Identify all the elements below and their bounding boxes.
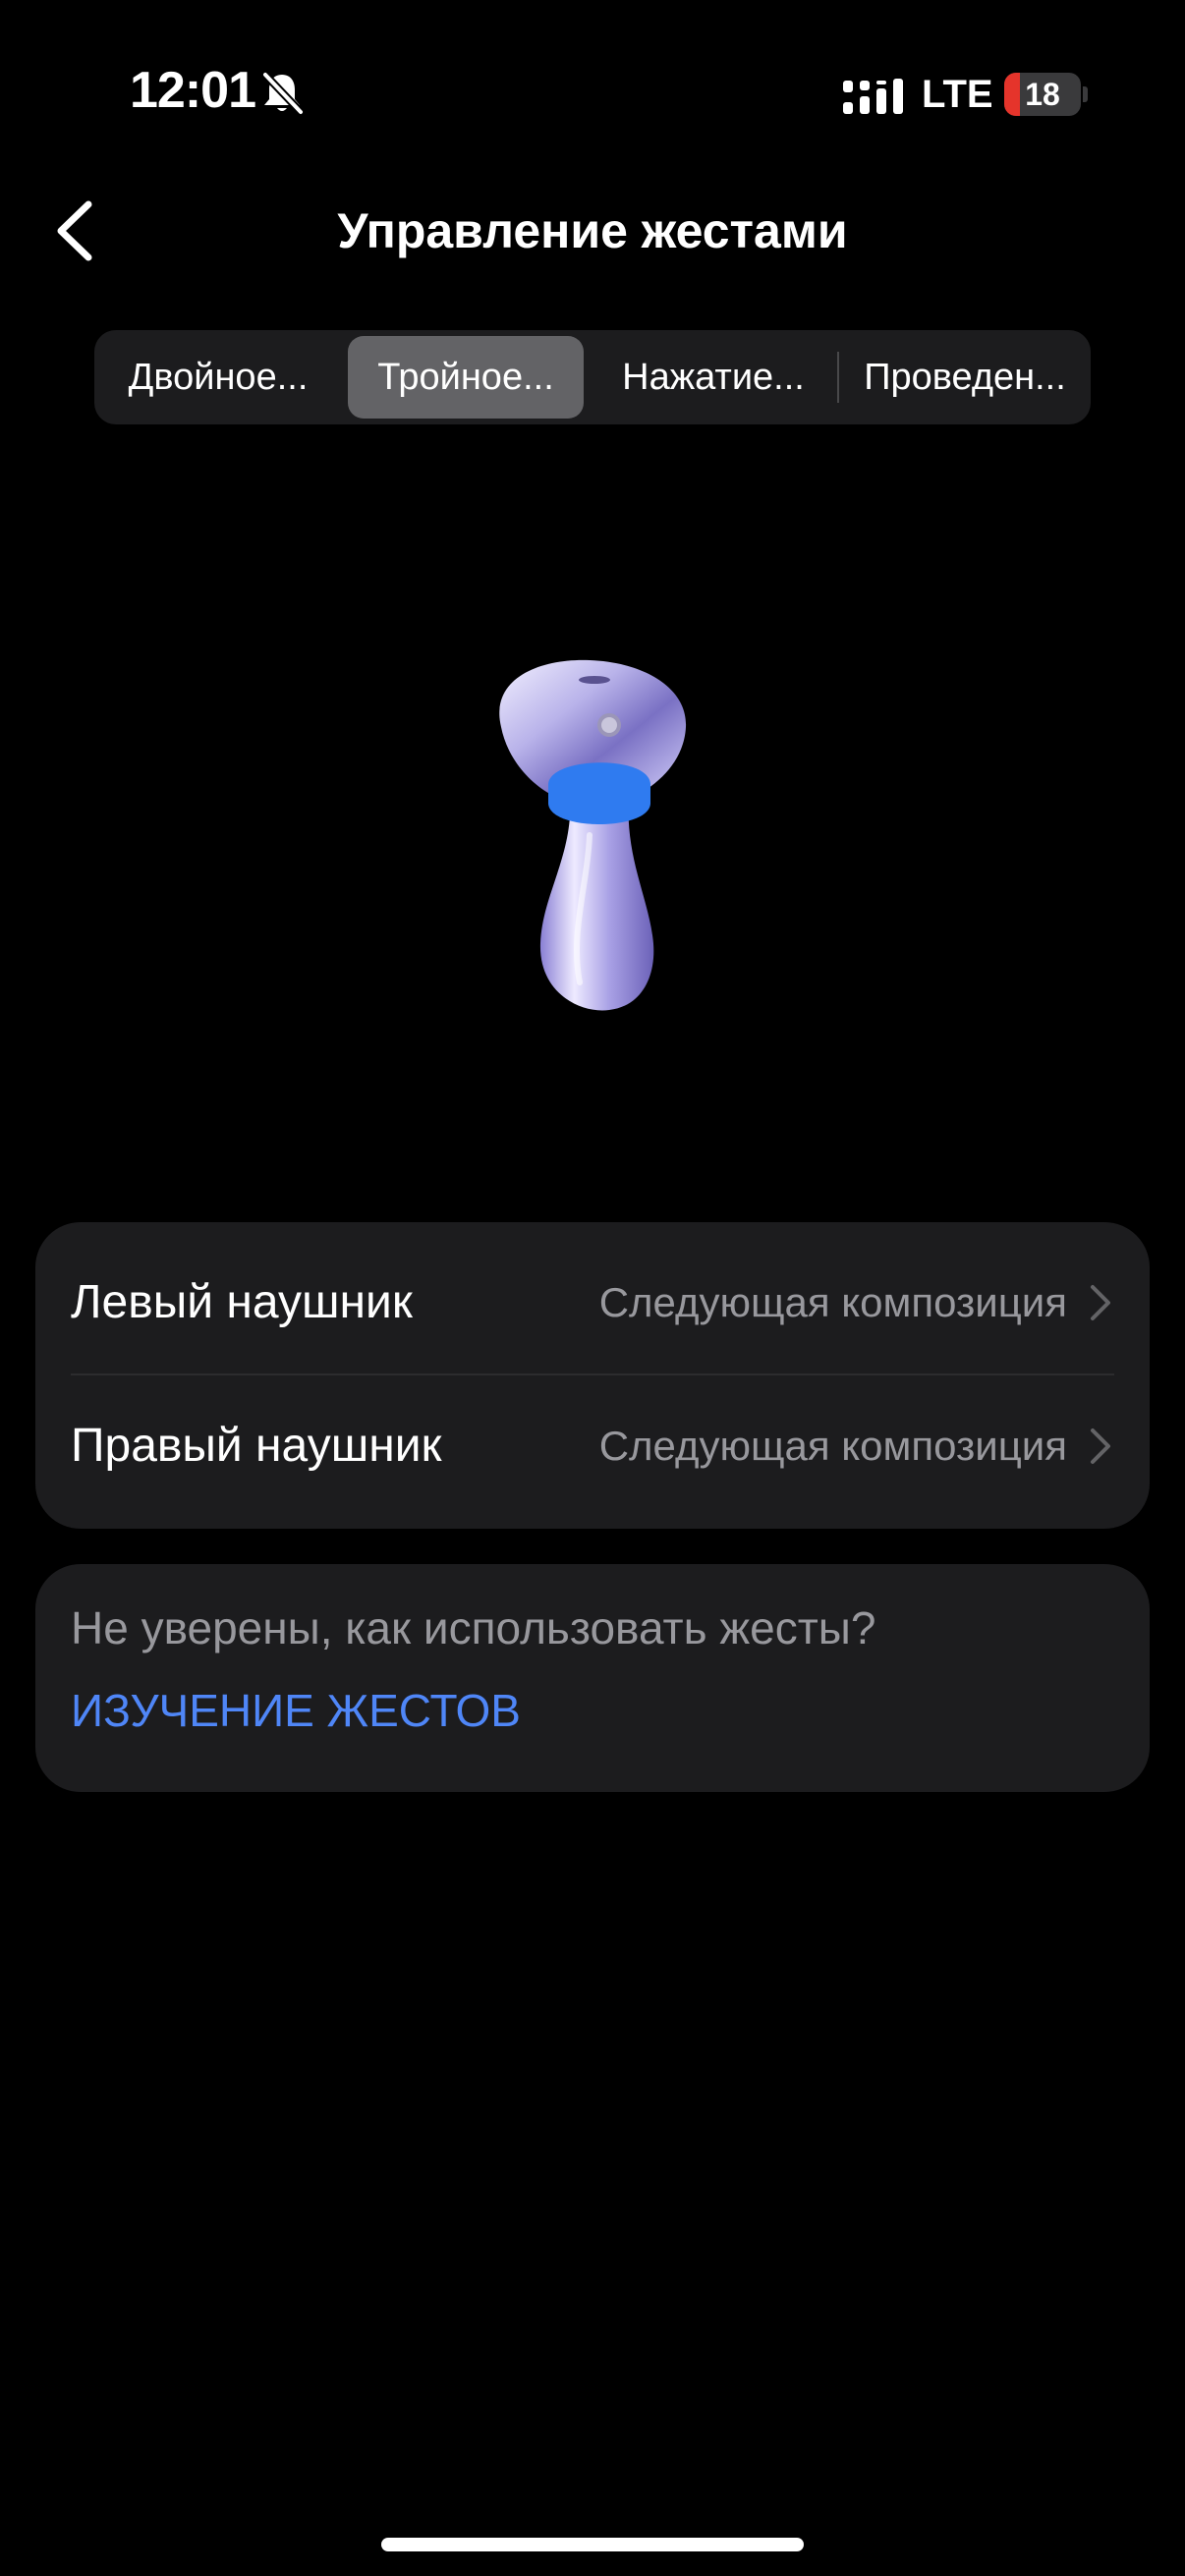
gesture-tabs: Двойное... Тройное... Нажатие... Проведе… <box>94 330 1091 424</box>
battery-icon: 18 <box>1004 73 1081 116</box>
network-type: LTE <box>922 73 993 116</box>
help-card: Не уверены, как использовать жесты? ИЗУЧ… <box>35 1564 1150 1792</box>
tab-double[interactable]: Двойное... <box>102 336 334 419</box>
left-earbud-value: Следующая композиция <box>598 1279 1067 1325</box>
help-question: Не уверены, как использовать жесты? <box>71 1602 876 1653</box>
learn-gestures-link[interactable]: ИЗУЧЕНИЕ ЖЕСТОВ <box>71 1684 521 1737</box>
right-earbud-value: Следующая композиция <box>598 1423 1067 1469</box>
home-indicator[interactable] <box>381 2538 804 2551</box>
earbud-settings-card: Левый наушник Следующая композиция Правы… <box>35 1222 1150 1529</box>
tab-press[interactable]: Нажатие... <box>597 336 829 419</box>
right-earbud-label: Правый наушник <box>71 1420 442 1472</box>
left-earbud-label: Левый наушник <box>71 1276 413 1328</box>
cellular-signal-icon <box>843 79 903 114</box>
chevron-right-icon <box>1091 1285 1110 1320</box>
tab-swipe[interactable]: Проведен... <box>845 336 1085 419</box>
tab-triple[interactable]: Тройное... <box>348 336 584 419</box>
left-earbud-row[interactable]: Левый наушник Следующая композиция <box>35 1232 1150 1373</box>
battery-tip <box>1083 86 1088 102</box>
status-time: 12:01 <box>130 62 256 119</box>
battery-level: 18 <box>1025 77 1060 112</box>
chevron-left-icon[interactable] <box>49 196 108 265</box>
page-title: Управление жестами <box>337 203 848 258</box>
tab-divider <box>837 352 839 403</box>
bell-slash-icon <box>261 71 305 116</box>
earbud-illustration <box>499 659 687 1011</box>
right-earbud-row[interactable]: Правый наушник Следующая композиция <box>35 1375 1150 1517</box>
chevron-right-icon <box>1091 1428 1110 1464</box>
